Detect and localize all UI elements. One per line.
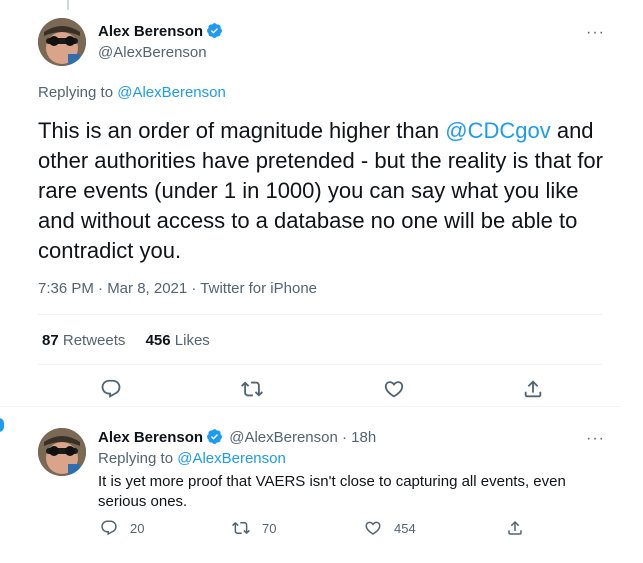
- like-icon[interactable]: [364, 519, 382, 537]
- author-handle[interactable]: @AlexBerenson: [98, 44, 207, 61]
- mention-link[interactable]: @CDCgov: [445, 118, 550, 143]
- tweet-stats: 87 Retweets 456 Likes: [42, 332, 210, 349]
- replying-to: Replying to @AlexBerenson: [98, 450, 286, 467]
- tweet-text: It is yet more proof that VAERS isn't cl…: [98, 473, 566, 510]
- more-icon[interactable]: ···: [586, 431, 605, 447]
- reply-tweet[interactable]: Alex Berenson @AlexBerenson · 18h ··· Re…: [0, 406, 620, 563]
- like-count: 454: [394, 520, 416, 536]
- tweet-age[interactable]: · 18h: [342, 429, 376, 446]
- share-button[interactable]: [506, 519, 536, 537]
- author-name[interactable]: Alex Berenson: [98, 429, 203, 446]
- retweet-button[interactable]: 70: [232, 519, 276, 537]
- avatar-image: [38, 18, 86, 66]
- reply-header: Alex Berenson @AlexBerenson · 18h: [98, 428, 376, 449]
- avatar[interactable]: [38, 18, 86, 66]
- replying-to-label: Replying to: [38, 84, 114, 101]
- like-button[interactable]: 454: [364, 519, 416, 537]
- likes-label[interactable]: Likes: [175, 332, 210, 349]
- avatar[interactable]: [38, 428, 86, 476]
- replying-to: Replying to @AlexBerenson: [38, 84, 226, 101]
- likes-stat[interactable]: 456 Likes: [146, 332, 210, 349]
- retweet-icon[interactable]: [241, 378, 265, 402]
- divider: [38, 364, 602, 365]
- share-icon[interactable]: [522, 378, 546, 402]
- author-name[interactable]: Alex Berenson: [98, 22, 223, 43]
- author-handle[interactable]: @AlexBerenson: [229, 429, 338, 446]
- like-icon[interactable]: [383, 378, 407, 402]
- tweet-text: This is an order of magnitude higher tha…: [38, 116, 618, 266]
- avatar-image: [38, 428, 86, 476]
- likes-count[interactable]: 456: [146, 332, 171, 349]
- reply-icon[interactable]: [100, 378, 124, 402]
- more-icon[interactable]: ···: [586, 25, 605, 41]
- share-icon[interactable]: [506, 519, 524, 537]
- replying-to-link[interactable]: @AlexBerenson: [177, 450, 286, 467]
- reply-button[interactable]: 20: [100, 519, 144, 537]
- author-name-text[interactable]: Alex Berenson: [98, 23, 203, 40]
- main-tweet: Alex Berenson @AlexBerenson ··· Replying…: [0, 0, 620, 406]
- retweet-icon[interactable]: [232, 519, 250, 537]
- tweet-timestamp[interactable]: 7:36 PM · Mar 8, 2021 · Twitter for iPho…: [38, 280, 317, 297]
- retweets-stat[interactable]: 87 Retweets: [42, 332, 125, 349]
- retweets-count[interactable]: 87: [42, 332, 59, 349]
- tweet-text-part: This is an order of magnitude higher tha…: [38, 118, 446, 143]
- replying-to-label: Replying to: [98, 450, 174, 467]
- replying-to-link[interactable]: @AlexBerenson: [117, 84, 226, 101]
- verified-badge-icon: [206, 22, 223, 43]
- verified-badge-icon: [206, 428, 223, 449]
- reply-icon[interactable]: [100, 519, 118, 537]
- reply-count: 20: [130, 520, 145, 536]
- retweets-label[interactable]: Retweets: [63, 332, 126, 349]
- retweet-count: 70: [262, 520, 277, 536]
- divider: [38, 314, 602, 315]
